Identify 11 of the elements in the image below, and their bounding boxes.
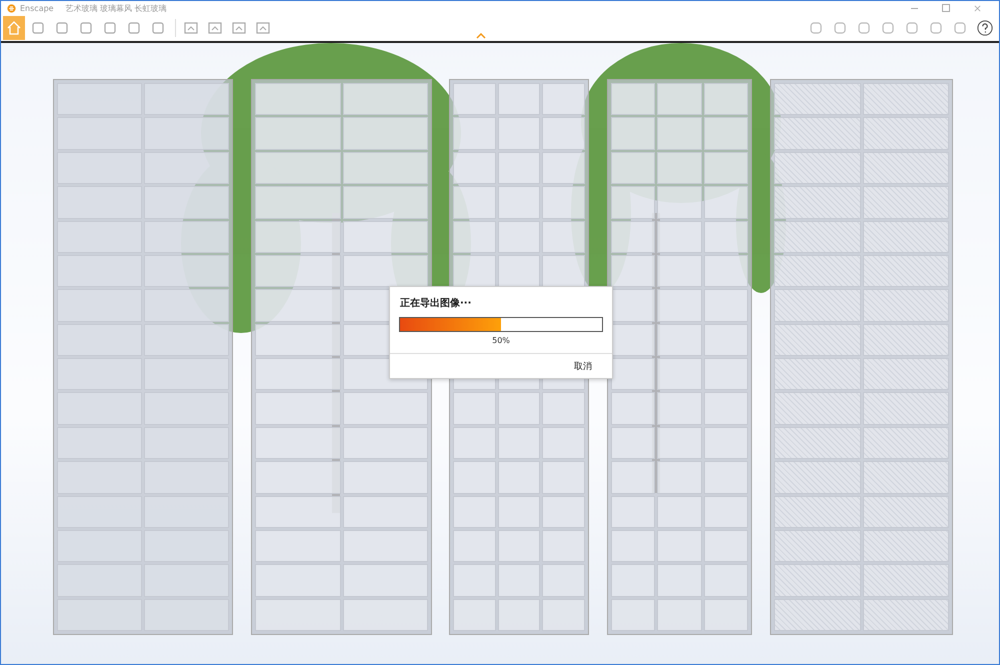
maximize-icon[interactable] xyxy=(942,4,950,12)
window-title: 艺术玻璃 玻璃幕风 长虹玻璃 xyxy=(66,2,167,14)
progress-percent: 50% xyxy=(491,336,511,345)
close-icon[interactable] xyxy=(974,4,981,12)
app-name: Enscape xyxy=(20,4,54,12)
home-icon[interactable] xyxy=(3,16,25,40)
cancel-button[interactable]: 取消 xyxy=(570,358,596,374)
app-logo-icon xyxy=(7,4,16,12)
dialog-title: 正在导出图像··· xyxy=(399,296,472,310)
caret-icon[interactable] xyxy=(476,33,486,39)
help-icon[interactable] xyxy=(977,20,993,36)
